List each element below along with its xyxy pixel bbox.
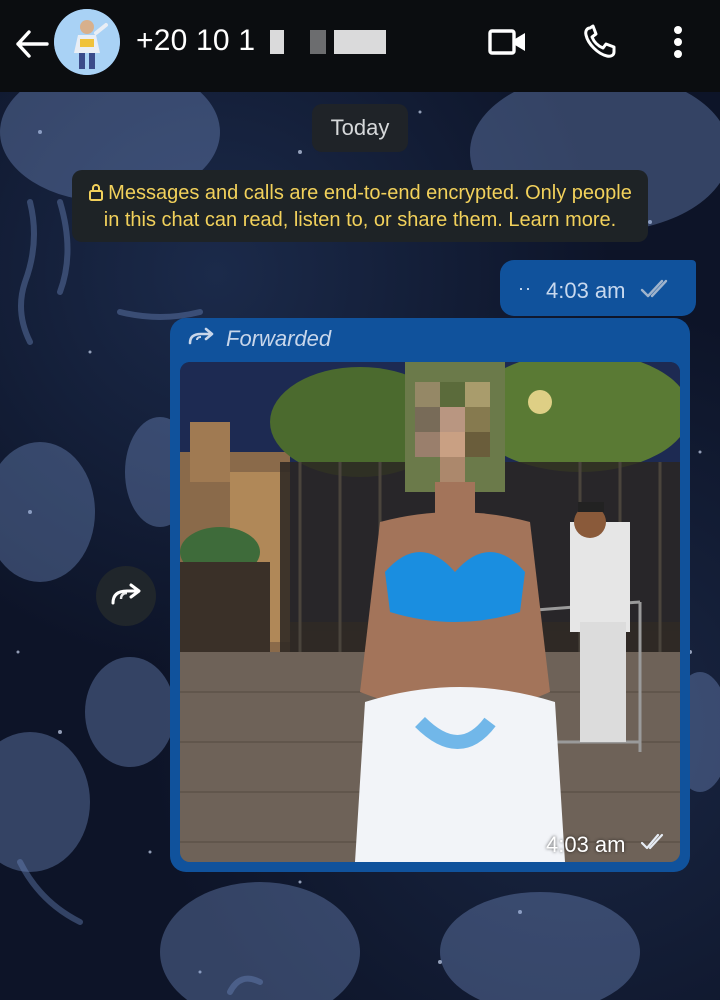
lock-icon xyxy=(88,183,104,208)
contact-name[interactable]: +20 10 1 xyxy=(136,24,255,58)
redacted-mark xyxy=(270,30,284,54)
forwarded-text: Forwarded xyxy=(226,326,332,351)
shared-photo[interactable] xyxy=(180,362,680,862)
redacted-mark xyxy=(310,30,326,54)
encryption-notice[interactable]: Messages and calls are end-to-end encryp… xyxy=(72,170,648,242)
avatar[interactable] xyxy=(54,9,120,75)
redacted-mark xyxy=(334,30,386,54)
chat-header: +20 10 1 xyxy=(0,0,720,92)
double-check-icon xyxy=(640,278,674,305)
message-text: ·· xyxy=(518,278,532,298)
date-separator: Today xyxy=(312,104,408,152)
more-vertical-icon[interactable] xyxy=(656,20,700,64)
voice-call-icon[interactable] xyxy=(578,20,622,64)
back-arrow-icon[interactable] xyxy=(12,24,52,64)
video-call-icon[interactable] xyxy=(486,20,530,64)
forwarded-label: Forwarded xyxy=(188,324,331,354)
encryption-notice-text: Messages and calls are end-to-end encryp… xyxy=(103,182,632,231)
forward-button[interactable] xyxy=(96,566,156,626)
double-check-icon xyxy=(640,832,668,857)
outgoing-message-bubble[interactable]: ·· 4:03 am xyxy=(500,260,696,316)
forward-arrow-icon xyxy=(109,581,143,612)
message-time: 4:03 am xyxy=(546,278,626,303)
forwarded-image-message[interactable]: Forwarded 4:03 am xyxy=(170,318,690,872)
message-time: 4:03 am xyxy=(546,832,626,857)
forwarded-icon xyxy=(188,326,216,352)
